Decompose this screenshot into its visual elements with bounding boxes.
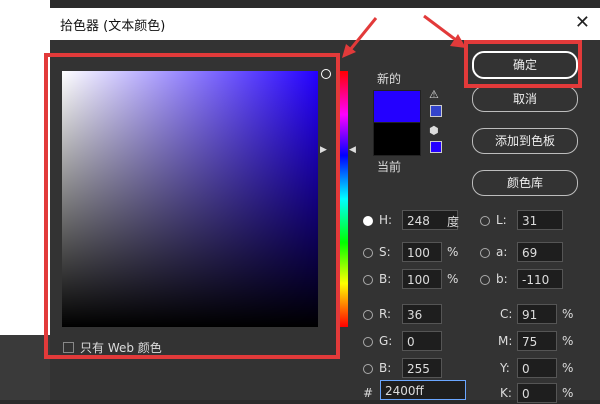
label-hex: # <box>363 386 374 400</box>
radio-h[interactable] <box>363 216 373 226</box>
current-color-label: 当前 <box>377 160 402 174</box>
label-c: C: <box>500 307 513 321</box>
label-blue: B: <box>379 361 392 375</box>
cancel-button[interactable]: 取消 <box>472 86 578 112</box>
field-g[interactable]: 0 <box>402 331 442 351</box>
field-b[interactable]: 100 <box>402 269 442 289</box>
add-to-swatches-button[interactable]: 添加到色板 <box>472 128 578 154</box>
label-s: S: <box>379 245 391 259</box>
radio-lab-b[interactable] <box>480 275 490 285</box>
annotation-box-color-field <box>44 53 340 359</box>
field-blue[interactable]: 255 <box>402 358 442 378</box>
new-color-label: 新的 <box>377 72 402 86</box>
field-y[interactable]: 0 <box>517 358 557 378</box>
current-color-swatch[interactable] <box>373 122 421 156</box>
label-m: M: <box>498 334 513 348</box>
out-of-gamut-warning-icon[interactable]: ⚠ <box>429 88 439 101</box>
annotation-arrow-right <box>423 14 466 48</box>
annotation-box-ok-button <box>464 40 582 88</box>
field-k[interactable]: 0 <box>517 383 557 403</box>
label-l: L: <box>496 213 507 227</box>
color-libraries-button[interactable]: 颜色库 <box>472 170 578 196</box>
web-safe-swatch[interactable] <box>430 141 442 153</box>
radio-blue[interactable] <box>363 364 373 374</box>
label-r: R: <box>379 307 392 321</box>
hex-input[interactable]: 2400ff <box>380 380 466 400</box>
new-color-swatch <box>373 90 421 124</box>
unit-y: % <box>562 361 574 375</box>
gamut-correction-swatch[interactable] <box>430 105 442 117</box>
color-picker-dialog: 拾色器 (文本颜色) ✕ ▶ ◀ 新的 当前 ⚠ ⬢ 确定 取消 添加到色板 颜… <box>44 8 600 403</box>
radio-a[interactable] <box>480 248 490 258</box>
label-a: a: <box>496 245 508 259</box>
field-s[interactable]: 100 <box>402 242 442 262</box>
label-y: Y: <box>500 361 510 375</box>
title-bar: 拾色器 (文本颜色) ✕ <box>50 8 600 40</box>
label-b: B: <box>379 272 392 286</box>
unit-m: % <box>562 334 574 348</box>
unit-c: % <box>562 307 574 321</box>
radio-l[interactable] <box>480 216 490 226</box>
field-m[interactable]: 75 <box>517 331 557 351</box>
label-lab-b: b: <box>496 272 508 286</box>
unit-h: 度 <box>447 215 460 229</box>
background-document <box>0 0 50 335</box>
radio-r[interactable] <box>363 310 373 320</box>
radio-s[interactable] <box>363 248 373 258</box>
label-h: H: <box>379 213 393 227</box>
unit-b: % <box>447 272 459 286</box>
annotation-arrow-left <box>342 17 378 58</box>
radio-b[interactable] <box>363 275 373 285</box>
field-a[interactable]: 69 <box>517 242 563 262</box>
field-r[interactable]: 36 <box>402 304 442 324</box>
label-k: K: <box>500 386 512 400</box>
web-safe-cube-icon[interactable]: ⬢ <box>429 124 439 137</box>
label-g: G: <box>379 334 393 348</box>
close-icon[interactable]: ✕ <box>575 12 590 33</box>
field-c[interactable]: 91 <box>517 304 557 324</box>
radio-g[interactable] <box>363 337 373 347</box>
unit-s: % <box>447 245 459 259</box>
dialog-title: 拾色器 (文本颜色) <box>60 19 166 34</box>
field-l[interactable]: 31 <box>517 210 563 230</box>
field-lab-b[interactable]: -110 <box>517 269 563 289</box>
unit-k: % <box>562 386 574 400</box>
hue-slider-handle-right-icon[interactable]: ◀ <box>349 145 356 155</box>
